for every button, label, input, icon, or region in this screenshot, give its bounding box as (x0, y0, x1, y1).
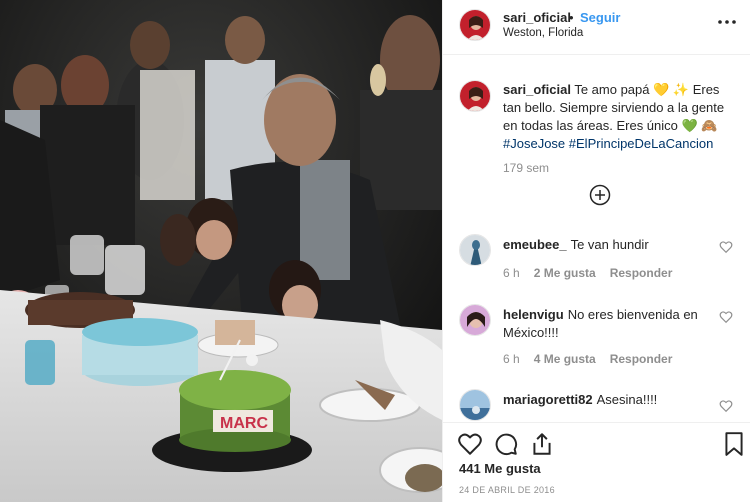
comment-body: helenvigu No eres bienvenida en México!!!… (503, 306, 713, 342)
share-icon[interactable] (529, 431, 555, 457)
comment-meta: 6 h 4 Me gusta Responder (503, 352, 686, 366)
commenter-avatar[interactable] (459, 234, 491, 266)
header-username[interactable]: sari_oficial (503, 10, 571, 25)
post-header: sari_oficial • Seguir Weston, Florida (443, 0, 750, 55)
comment-username[interactable]: helenvigu (503, 307, 564, 322)
comment-likes[interactable]: 4 Me gusta (534, 352, 596, 366)
comment-item: mariagoretti82 Asesina!!!! (443, 389, 750, 422)
post-location[interactable]: Weston, Florida (503, 27, 583, 39)
comment-likes[interactable]: 2 Me gusta (534, 266, 596, 280)
avatar-image (460, 390, 490, 420)
comment-username[interactable]: mariagoretti82 (503, 392, 593, 407)
profile-avatar[interactable] (459, 9, 491, 41)
comment-time: 6 h (503, 352, 520, 366)
party-photo-illustration: MARC (0, 0, 442, 502)
avatar-image (460, 235, 490, 265)
comment-text: Asesina!!!! (596, 392, 658, 407)
bookmark-icon[interactable] (721, 431, 747, 457)
comment-text: Te van hundir (570, 237, 649, 252)
like-count[interactable]: 441 Me gusta (459, 461, 541, 476)
avatar-image (460, 10, 490, 40)
hashtag-link[interactable]: #JoseJose (503, 136, 565, 151)
comment-like-icon[interactable] (719, 310, 733, 324)
post-date: 24 DE ABRIL DE 2016 (459, 485, 555, 495)
comment-time: 6 h (503, 266, 520, 280)
comment-body: emeubee_ Te van hundir (503, 236, 713, 254)
comment-item: helenvigu No eres bienvenida en México!!!… (443, 304, 750, 374)
reply-button[interactable]: Responder (610, 266, 673, 280)
comment-like-icon[interactable] (719, 399, 733, 413)
avatar-image (460, 81, 490, 111)
post-photo[interactable]: MARC (0, 0, 442, 502)
comment-username[interactable]: emeubee_ (503, 237, 567, 252)
comment-meta: 6 h 2 Me gusta Responder (503, 266, 686, 280)
avatar-image (460, 305, 490, 335)
post-details-panel: sari_oficial • Seguir Weston, Florida sa… (442, 0, 750, 502)
follow-button[interactable]: Seguir (580, 10, 620, 25)
caption-username[interactable]: sari_oficial (503, 82, 571, 97)
load-more-comments-button[interactable] (589, 184, 611, 206)
comment-body: mariagoretti82 Asesina!!!! (503, 391, 713, 409)
heart-icon[interactable] (457, 431, 483, 457)
caption-avatar[interactable] (459, 80, 491, 112)
post-caption: sari_oficial Te amo papá 💛 ✨ Eres tan be… (503, 81, 735, 153)
comment-item: emeubee_ Te van hundir 6 h 2 Me gusta Respo… (443, 234, 750, 304)
post-actions: 441 Me gusta 24 DE ABRIL DE 2016 (443, 422, 750, 502)
reply-button[interactable]: Responder (610, 352, 673, 366)
plus-circle-icon (589, 184, 611, 206)
commenter-avatar[interactable] (459, 389, 491, 421)
commenter-avatar[interactable] (459, 304, 491, 336)
header-separator: • (569, 10, 574, 25)
more-options-icon[interactable] (715, 10, 739, 34)
comment-like-icon[interactable] (719, 240, 733, 254)
caption-timestamp: 179 sem (503, 161, 550, 175)
hashtag-link[interactable]: #ElPrincipeDeLaCancion (569, 136, 714, 151)
cake-lettering: MARC (220, 415, 268, 432)
comment-icon[interactable] (493, 431, 519, 457)
